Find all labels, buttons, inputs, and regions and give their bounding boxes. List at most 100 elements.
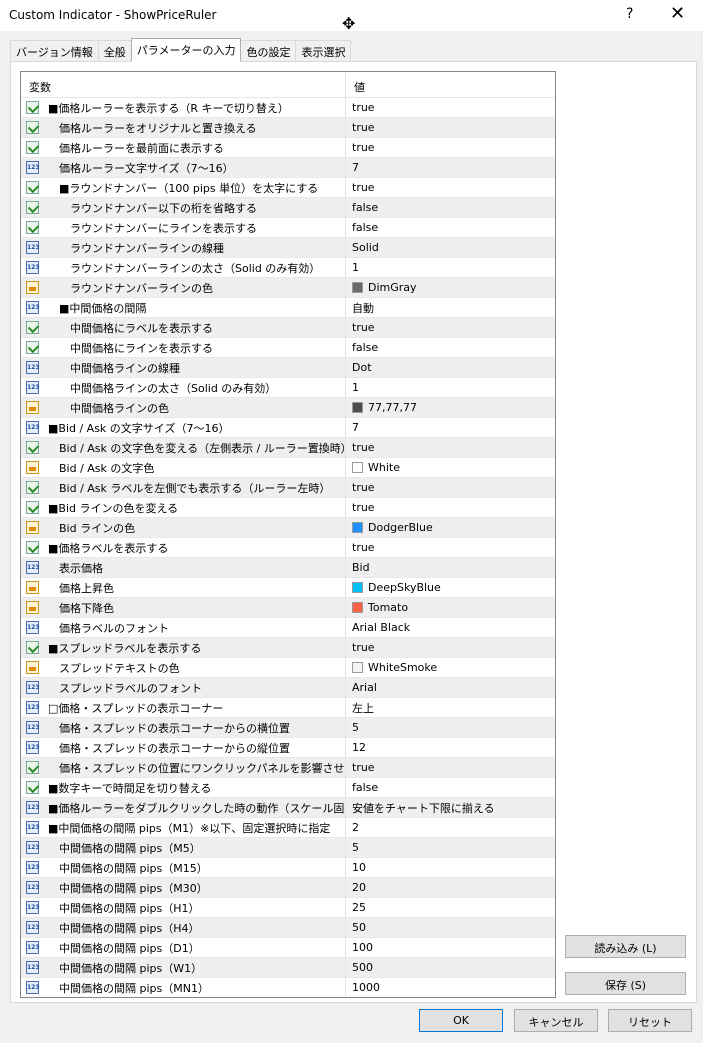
parameter-row[interactable]: 123 価格・スプレッドの表示コーナーからの縦位置 12 [21, 737, 555, 758]
parameter-value-cell[interactable]: true [346, 501, 554, 514]
parameter-row[interactable]: ■数字キーで時間足を切り替える false [21, 777, 555, 798]
save-button[interactable]: 保存 (S) [565, 972, 686, 995]
parameter-value-cell[interactable]: false [346, 221, 554, 234]
parameter-value-cell[interactable]: true [346, 101, 554, 114]
parameter-row[interactable]: ■価格ルーラーを表示する（R キーで切り替え） true [21, 97, 555, 118]
parameter-row[interactable]: 123 表示価格 Bid [21, 557, 555, 578]
parameter-row[interactable]: 123 中間価格の間隔 pips（M5） 5 [21, 837, 555, 858]
close-button[interactable]: ✕ [670, 3, 685, 24]
parameter-row[interactable]: 価格ルーラーを最前面に表示する true [21, 137, 555, 158]
parameter-value-cell[interactable]: 左上 [346, 700, 554, 716]
tab-colors[interactable]: 色の設定 [240, 40, 297, 62]
tab-visualization[interactable]: 表示選択 [295, 40, 352, 62]
parameter-row[interactable]: スプレッドテキストの色 WhiteSmoke [21, 657, 555, 678]
parameter-value-cell[interactable]: true [346, 481, 554, 494]
parameter-value-cell[interactable]: 自動 [346, 300, 554, 316]
parameter-value-cell[interactable]: Bid [346, 561, 554, 574]
parameter-row[interactable]: Bid / Ask ラベルを左側でも表示する（ルーラー左時） true [21, 477, 555, 498]
parameter-value-cell[interactable]: 1 [346, 261, 554, 274]
parameter-value-cell[interactable]: DodgerBlue [346, 521, 554, 534]
parameter-value-cell[interactable]: true [346, 541, 554, 554]
parameter-row[interactable]: 中間価格にラインを表示する false [21, 337, 555, 358]
parameter-value-cell[interactable]: Arial [346, 681, 554, 694]
parameter-value-cell[interactable]: true [346, 761, 554, 774]
header-variable[interactable]: 変数 [21, 72, 346, 97]
reset-button[interactable]: リセット [608, 1009, 692, 1032]
parameter-value-cell[interactable]: 10 [346, 861, 554, 874]
parameter-row[interactable]: 123 中間価格ラインの太さ（Solid のみ有効） 1 [21, 377, 555, 398]
help-button[interactable]: ? [626, 6, 633, 22]
parameter-row[interactable]: 123 価格ラベルのフォント Arial Black [21, 617, 555, 638]
parameter-value-cell[interactable]: 5 [346, 841, 554, 854]
parameter-value-cell[interactable]: 50 [346, 921, 554, 934]
parameter-value-cell[interactable]: 12 [346, 741, 554, 754]
parameter-row[interactable]: 123 中間価格の間隔 pips（D1） 100 [21, 937, 555, 958]
parameter-value-cell[interactable]: Tomato [346, 601, 554, 614]
parameter-row[interactable]: 123 ■中間価格の間隔 自動 [21, 297, 555, 318]
parameter-row[interactable]: 123 ■Bid / Ask の文字サイズ（7〜16） 7 [21, 417, 555, 438]
parameter-row[interactable]: ラウンドナンバーラインの色 DimGray [21, 277, 555, 298]
parameter-row[interactable]: 123 中間価格ラインの線種 Dot [21, 357, 555, 378]
parameter-value-cell[interactable]: 20 [346, 881, 554, 894]
parameter-row[interactable]: 価格ルーラーをオリジナルと置き換える true [21, 117, 555, 138]
ok-button[interactable]: OK [419, 1009, 503, 1032]
parameter-row[interactable]: 123 ■価格ルーラーをダブルクリックした時の動作（スケール固定時） 安値をチャート… [21, 797, 555, 818]
cancel-button[interactable]: キャンセル [514, 1009, 598, 1032]
parameter-row[interactable]: ラウンドナンバー以下の桁を省略する false [21, 197, 555, 218]
parameter-value-cell[interactable]: true [346, 141, 554, 154]
parameter-value-cell[interactable]: 100 [346, 941, 554, 954]
parameter-value-cell[interactable]: White [346, 461, 554, 474]
parameter-value-cell[interactable]: true [346, 181, 554, 194]
tab-version[interactable]: バージョン情報 [10, 40, 99, 62]
parameter-value-cell[interactable]: false [346, 201, 554, 214]
parameter-row[interactable]: 123 □価格・スプレッドの表示コーナー 左上 [21, 697, 555, 718]
parameter-row[interactable]: ■価格ラベルを表示する true [21, 537, 555, 558]
parameter-value-cell[interactable]: Arial Black [346, 621, 554, 634]
parameter-row[interactable]: 123 中間価格の間隔 pips（MN1） 1000 [21, 977, 555, 997]
parameter-row[interactable]: Bid / Ask の文字色 White [21, 457, 555, 478]
parameter-value-cell[interactable]: 安値をチャート下限に揃える [346, 800, 554, 816]
parameter-value-cell[interactable]: 77,77,77 [346, 401, 554, 414]
parameter-row[interactable]: Bid / Ask の文字色を変える（左側表示 / ルーラー置換時） true [21, 437, 555, 458]
tab-parameters[interactable]: パラメーターの入力 [130, 38, 242, 62]
parameter-row[interactable]: Bid ラインの色 DodgerBlue [21, 517, 555, 538]
parameter-row[interactable]: 価格下降色 Tomato [21, 597, 555, 618]
parameter-row[interactable]: 123 中間価格の間隔 pips（H1） 25 [21, 897, 555, 918]
parameter-row[interactable]: 123 中間価格の間隔 pips（W1） 500 [21, 957, 555, 978]
parameter-value-cell[interactable]: WhiteSmoke [346, 661, 554, 674]
tab-general[interactable]: 全般 [97, 40, 132, 62]
parameter-value-cell[interactable]: DeepSkyBlue [346, 581, 554, 594]
parameter-row[interactable]: 123 中間価格の間隔 pips（H4） 50 [21, 917, 555, 938]
parameter-value-cell[interactable]: false [346, 781, 554, 794]
parameter-value-cell[interactable]: 25 [346, 901, 554, 914]
parameter-row[interactable]: 123 ラウンドナンバーラインの太さ（Solid のみ有効） 1 [21, 257, 555, 278]
parameter-row[interactable]: 123 価格・スプレッドの表示コーナーからの横位置 5 [21, 717, 555, 738]
parameter-value-cell[interactable]: 500 [346, 961, 554, 974]
parameter-value-cell[interactable]: 7 [346, 421, 554, 434]
parameter-row[interactable]: 123 中間価格の間隔 pips（M30） 20 [21, 877, 555, 898]
parameter-value-cell[interactable]: false [346, 341, 554, 354]
parameter-row[interactable]: 中間価格ラインの色 77,77,77 [21, 397, 555, 418]
parameter-value-cell[interactable]: 1 [346, 381, 554, 394]
parameter-value-cell[interactable]: true [346, 121, 554, 134]
parameter-row[interactable]: ■スプレッドラベルを表示する true [21, 637, 555, 658]
parameter-row[interactable]: 123 ラウンドナンバーラインの線種 Solid [21, 237, 555, 258]
parameter-value-cell[interactable]: 1000 [346, 981, 554, 994]
parameter-value-cell[interactable]: true [346, 441, 554, 454]
parameter-row[interactable]: 価格上昇色 DeepSkyBlue [21, 577, 555, 598]
load-button[interactable]: 読み込み (L) [565, 935, 686, 958]
parameter-value-cell[interactable]: true [346, 641, 554, 654]
parameter-value-cell[interactable]: Dot [346, 361, 554, 374]
parameter-row[interactable]: ラウンドナンバーにラインを表示する false [21, 217, 555, 238]
parameter-value-cell[interactable]: Solid [346, 241, 554, 254]
parameter-value-cell[interactable]: 7 [346, 161, 554, 174]
parameter-row[interactable]: ■ラウンドナンバー（100 pips 単位）を太字にする true [21, 177, 555, 198]
header-value[interactable]: 値 [346, 72, 365, 97]
parameter-row[interactable]: 中間価格にラベルを表示する true [21, 317, 555, 338]
parameter-value-cell[interactable]: 2 [346, 821, 554, 834]
parameter-row[interactable]: 価格・スプレッドの位置にワンクリックパネルを影響させる true [21, 757, 555, 778]
parameter-row[interactable]: 123 ■中間価格の間隔 pips（M1）※以下、固定選択時に指定 2 [21, 817, 555, 838]
parameter-value-cell[interactable]: DimGray [346, 281, 554, 294]
parameter-row[interactable]: ■Bid ラインの色を変える true [21, 497, 555, 518]
parameter-value-cell[interactable]: 5 [346, 721, 554, 734]
